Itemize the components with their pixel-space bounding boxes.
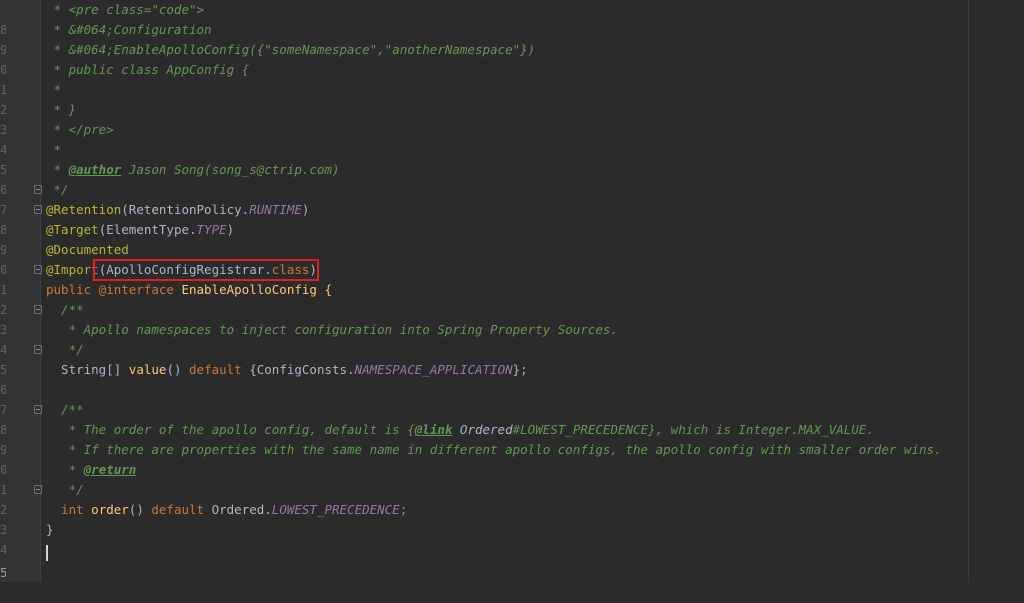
javadoc-tag: @author xyxy=(68,162,122,177)
doc-comment: */ xyxy=(46,482,84,497)
doc-comment: * xyxy=(46,462,84,477)
doc-comment: * &#064;Configuration xyxy=(46,22,212,37)
code-text: } xyxy=(46,522,54,537)
code-line: 9 * The order of the apollo config, defa… xyxy=(0,420,1024,457)
code-text: ) xyxy=(226,222,235,237)
code-text: Ordered. xyxy=(204,502,272,517)
code-line: 5 */ xyxy=(0,340,1024,377)
semicolon: ; xyxy=(399,502,408,517)
annotation: @Retention xyxy=(46,202,122,217)
keyword: default xyxy=(189,362,242,377)
code-line: 8 @Retention(RetentionPolicy.RUNTIME) xyxy=(0,200,1024,237)
doc-comment: Jason Song(song_s@ctrip.com) xyxy=(121,162,340,177)
code-line: 0 @Documented xyxy=(0,240,1024,277)
code-line: 9 @Target(ElementType.TYPE) xyxy=(0,220,1024,257)
code-line: 3 /** xyxy=(0,300,1024,337)
code-text: ) xyxy=(301,202,310,217)
javadoc-tag: @return xyxy=(83,462,137,477)
constant: NAMESPACE_APPLICATION xyxy=(354,362,513,377)
line-number: 5 xyxy=(0,565,6,580)
doc-comment: */ xyxy=(46,182,69,197)
code-editor[interactable]: 8 * <pre class="code"> 9 * &#064;Configu… xyxy=(0,0,1024,582)
code-text: }; xyxy=(512,362,528,377)
keyword: default xyxy=(151,502,205,517)
code-text: () xyxy=(166,362,190,377)
code-line: 4 * </pre> xyxy=(0,120,1024,157)
method-name: order xyxy=(83,502,129,517)
doc-comment: * xyxy=(46,142,62,157)
code-content: * @return xyxy=(46,460,137,480)
code-content: public @interface EnableApolloConfig { xyxy=(46,280,332,300)
code-line: 8 * <pre class="code"> xyxy=(0,0,1024,37)
doc-comment: * The order of the apollo config, defaul… xyxy=(46,422,415,437)
code-content: * The order of the apollo config, defaul… xyxy=(46,420,874,440)
code-line: 6 String[] value() default {ConfigConsts… xyxy=(0,360,1024,397)
constant: LOWEST_PRECEDENCE xyxy=(271,502,400,517)
fold-marker-icon[interactable] xyxy=(34,305,42,314)
code-line: 8 /** xyxy=(0,400,1024,437)
doc-comment: */ xyxy=(46,342,84,357)
fold-marker-icon[interactable] xyxy=(34,265,42,274)
code-line: 9 * &#064;Configuration xyxy=(0,20,1024,57)
code-line: 0 * If there are properties with the sam… xyxy=(0,440,1024,477)
red-highlight-box xyxy=(93,259,319,281)
constant: RUNTIME xyxy=(249,202,302,217)
code-line: 6 * @author Jason Song(song_s@ctrip.com) xyxy=(0,160,1024,197)
doc-comment: /** xyxy=(46,302,84,317)
javadoc-tag: @link xyxy=(414,422,453,437)
code-content: String[] value() default {ConfigConsts.N… xyxy=(46,360,528,380)
constant: TYPE xyxy=(196,222,227,237)
doc-comment: * } xyxy=(46,102,77,117)
doc-comment: #LOWEST_PRECEDENCE}, which is Integer.MA… xyxy=(512,422,874,437)
doc-comment: * xyxy=(46,82,62,97)
code-content: @Target(ElementType.TYPE) xyxy=(46,220,234,240)
code-text: () xyxy=(128,502,152,517)
fold-marker-icon[interactable] xyxy=(34,185,42,194)
annotation: @Import xyxy=(46,262,99,277)
annotation: @Target xyxy=(46,222,99,237)
fold-marker-icon[interactable] xyxy=(34,345,42,354)
doc-comment: * <pre class="code"> xyxy=(46,2,205,17)
method-name: value xyxy=(128,362,167,377)
keyword: int xyxy=(46,502,84,517)
code-line: 1 * @return xyxy=(0,460,1024,497)
doc-comment: * Apollo namespaces to inject configurat… xyxy=(46,322,618,337)
code-line: 2 public @interface EnableApolloConfig { xyxy=(0,280,1024,317)
code-line: 7 */ xyxy=(0,180,1024,217)
code-text: String[] xyxy=(46,362,129,377)
doc-comment: * xyxy=(46,162,69,177)
doc-comment: /** xyxy=(46,402,84,417)
code-line: 4 } xyxy=(0,520,1024,557)
code-line: 5 xyxy=(0,543,1024,580)
doc-comment: * If there are properties with the same … xyxy=(46,442,942,457)
code-text: (RetentionPolicy. xyxy=(121,202,250,217)
code-line: 2 */ xyxy=(0,480,1024,517)
code-line: 3 int order() default Ordered.LOWEST_PRE… xyxy=(0,500,1024,537)
fold-marker-icon[interactable] xyxy=(34,405,42,414)
code-line: 0 * &#064;EnableApolloConfig({"someNames… xyxy=(0,40,1024,77)
code-content: * @author Jason Song(song_s@ctrip.com) xyxy=(46,160,340,180)
code-line: 3 * } xyxy=(0,100,1024,137)
annotation: @Documented xyxy=(46,242,129,257)
code-text: (ElementType. xyxy=(98,222,197,237)
doc-comment: * public class AppConfig { xyxy=(46,62,250,77)
type-name: EnableApolloConfig { xyxy=(173,282,332,297)
code-line: 5 * xyxy=(0,140,1024,177)
code-line: 1 * public class AppConfig { xyxy=(0,60,1024,97)
doc-comment: * </pre> xyxy=(46,122,114,137)
code-line: 2 * xyxy=(0,80,1024,117)
code-content: int order() default Ordered.LOWEST_PRECE… xyxy=(46,500,407,520)
code-content: @Retention(RetentionPolicy.RUNTIME) xyxy=(46,200,309,220)
fold-marker-icon[interactable] xyxy=(34,205,42,214)
doc-comment: * &#064;EnableApolloConfig({"someNamespa… xyxy=(46,42,536,57)
fold-marker-icon[interactable] xyxy=(34,485,42,494)
code-line: 4 * Apollo namespaces to inject configur… xyxy=(0,320,1024,357)
code-text: Ordered xyxy=(452,422,513,437)
keyword: public @interface xyxy=(46,282,174,297)
text-caret xyxy=(46,545,48,561)
code-text: {ConfigConsts. xyxy=(241,362,355,377)
code-line: 7 xyxy=(0,380,1024,417)
